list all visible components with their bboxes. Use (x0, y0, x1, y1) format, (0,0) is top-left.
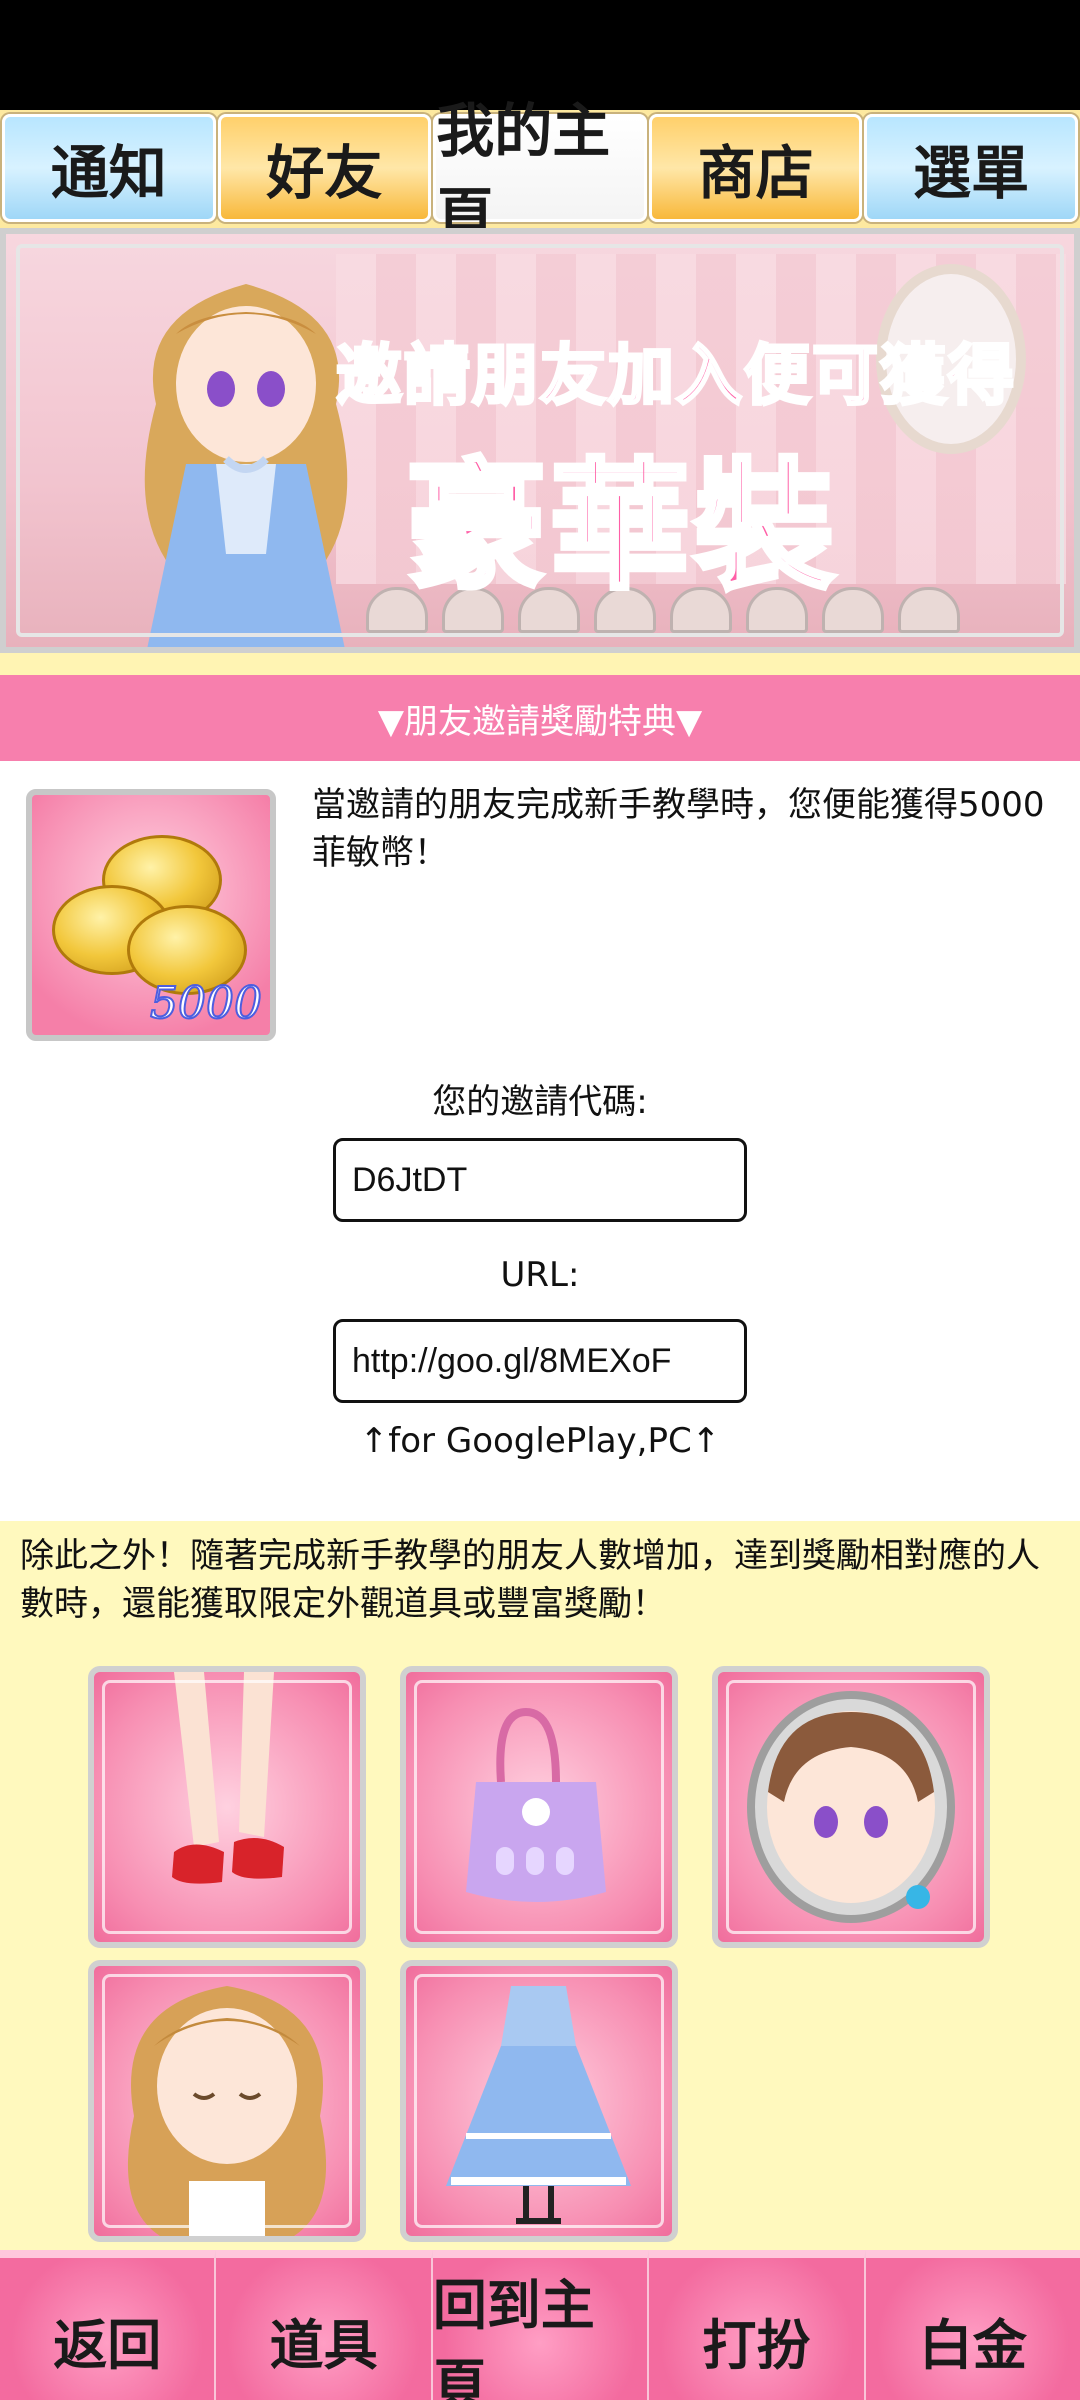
divider-strip (0, 653, 1080, 675)
banner-frame (16, 244, 1064, 637)
reward-item-shoes[interactable] (88, 1666, 366, 1948)
nav-home[interactable]: 回到主頁 (432, 2250, 650, 2400)
reward-card: 5000 當邀請的朋友完成新手教學時，您便能獲得5000菲敏幣！ 您的邀請代碼:… (0, 761, 1080, 1521)
tab-my-page[interactable]: 我的主頁 (433, 97, 647, 249)
coin-amount-badge: 5000 (149, 977, 263, 1030)
reward-description: 當邀請的朋友完成新手教學時，您便能獲得5000菲敏幣！ (312, 785, 1045, 873)
reward-item-mirror-hair[interactable] (712, 1666, 990, 1948)
nav-items[interactable]: 道具 (216, 2250, 433, 2400)
invite-code-field[interactable]: D6JtDT (333, 1138, 747, 1222)
coin-reward-icon: 5000 (26, 789, 276, 1041)
invite-code-label: 您的邀請代碼: (432, 1082, 648, 1122)
reward-item-dress[interactable] (400, 1960, 678, 2242)
bonus-info-text: 除此之外！隨著完成新手教學的朋友人數增加，達到獎勵相對應的人數時，還能獲取限定外… (20, 1536, 1040, 1624)
invite-banner: 邀請朋友加入便可獲得 豪華裝飾！ (0, 228, 1080, 653)
nav-back[interactable]: 返回 (0, 2250, 217, 2400)
bottom-nav: 返回 道具 回到主頁 打扮 白金 (0, 2250, 1080, 2400)
url-label: URL: (500, 1255, 580, 1295)
reward-item-bag[interactable] (400, 1666, 678, 1948)
top-nav: 通知 好友 我的主頁 商店 選單 (0, 97, 1080, 249)
reward-item-hairstyle[interactable] (88, 1960, 366, 2242)
section-header: ▼朋友邀請獎勵特典▼ (0, 675, 1080, 761)
tab-notifications[interactable]: 通知 (2, 114, 216, 222)
tab-shop[interactable]: 商店 (648, 114, 863, 222)
nav-platinum[interactable]: 白金 (865, 2250, 1080, 2400)
invite-url-field[interactable]: http://goo.gl/8MEXoF (333, 1319, 747, 1403)
tab-menu[interactable]: 選單 (864, 114, 1078, 222)
tab-friends[interactable]: 好友 (217, 114, 432, 222)
nav-dressup[interactable]: 打扮 (649, 2250, 866, 2400)
platform-note: ↑for GooglePlay,PC↑ (359, 1421, 721, 1461)
